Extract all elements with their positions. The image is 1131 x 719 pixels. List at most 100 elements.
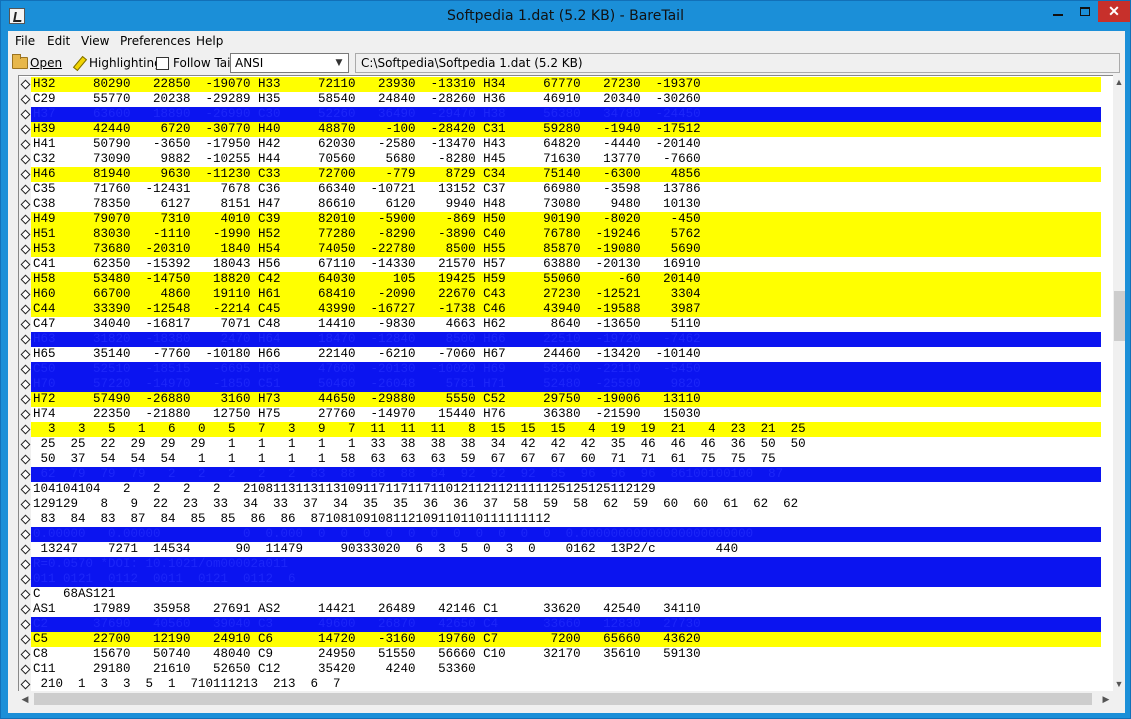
line-marker-icon[interactable] [19,197,31,212]
log-line[interactable]: C8 15670 50740 48040 C9 24950 51550 5666… [19,647,1101,662]
vertical-scroll-thumb[interactable] [1114,291,1125,341]
log-line[interactable]: C47 34040 -16817 7071 C48 14410 -9830 46… [19,317,1101,332]
line-marker-icon[interactable] [19,482,31,497]
log-line[interactable]: 83 84 83 87 84 85 85 86 86 8710810910811… [19,512,1101,527]
line-marker-icon[interactable] [19,137,31,152]
line-marker-icon[interactable] [19,512,31,527]
line-marker-icon[interactable] [19,677,31,691]
log-line[interactable]: 3 3 5 1 6 0 5 7 3 9 7 11 11 11 8 15 15 1… [19,422,1101,437]
highlighting-button[interactable]: Highlighting [71,55,162,71]
scroll-down-icon[interactable]: ▼ [1113,677,1125,691]
log-line[interactable]: H49 79070 7310 4010 C39 82010 -5900 -869… [19,212,1101,227]
log-line[interactable]: C 68AS121 [19,587,1101,602]
minimize-button[interactable] [1044,1,1072,22]
line-marker-icon[interactable] [19,317,31,332]
line-marker-icon[interactable] [19,302,31,317]
line-marker-icon[interactable] [19,212,31,227]
line-marker-icon[interactable] [19,437,31,452]
log-line[interactable]: H53 73680 -20310 1840 H54 74050 -22780 8… [19,242,1101,257]
menu-file[interactable]: File [15,34,35,48]
log-line[interactable]: C29 55770 20238 -29289 H35 58540 24840 -… [19,92,1101,107]
log-line[interactable]: C35 71760 -12431 7678 C36 66340 -10721 1… [19,182,1101,197]
line-marker-icon[interactable] [19,362,31,377]
scroll-left-icon[interactable]: ◀ [18,691,32,707]
line-marker-icon[interactable] [19,647,31,662]
menu-preferences[interactable]: Preferences [120,34,191,48]
line-marker-icon[interactable] [19,347,31,362]
line-marker-icon[interactable] [19,587,31,602]
horizontal-scrollbar[interactable]: ◀ ▶ [18,691,1125,707]
close-button[interactable]: ✕ [1098,1,1130,22]
menu-help[interactable]: Help [196,34,223,48]
line-marker-icon[interactable] [19,272,31,287]
log-line[interactable]: 25 25 22 29 29 29 1 1 1 1 1 33 38 38 38 … [19,437,1101,452]
line-marker-icon[interactable] [19,152,31,167]
line-marker-icon[interactable] [19,377,31,392]
log-line[interactable]: H63 31820 -18380 2470 H64 18470 -12840 8… [19,332,1101,347]
log-line[interactable]: H60 66700 4860 19110 H61 68410 -2090 226… [19,287,1101,302]
log-line[interactable]: C38 78350 6127 8151 H47 86610 6120 9940 … [19,197,1101,212]
log-line[interactable]: AS1 17989 35958 27691 AS2 14421 26489 42… [19,602,1101,617]
scroll-up-icon[interactable]: ▲ [1113,75,1125,89]
log-line[interactable]: H51 83030 -1110 -1990 H52 77280 -8290 -3… [19,227,1101,242]
line-marker-icon[interactable] [19,602,31,617]
line-marker-icon[interactable] [19,452,31,467]
line-marker-icon[interactable] [19,227,31,242]
line-marker-icon[interactable] [19,287,31,302]
log-viewer[interactable]: H32 80290 22850 -19070 H33 72110 23930 -… [18,75,1113,691]
log-line[interactable]: C44 33390 -12548 -2214 C45 43990 -16727 … [19,302,1101,317]
log-line[interactable]: 50 37 54 54 54 1 1 1 1 1 58 63 63 63 59 … [19,452,1101,467]
log-line[interactable]: H70 57220 -14970 -1850 C51 50460 -26048 … [19,377,1101,392]
log-line[interactable]: 011 0121 0112 0011 0121 0112 6 [19,572,1101,587]
horizontal-scroll-thumb[interactable] [34,693,1092,705]
line-marker-icon[interactable] [19,422,31,437]
log-line[interactable]: C11 29180 21610 52650 C12 35420 4240 533… [19,662,1101,677]
log-line[interactable]: 13247 7271 14534 90 11479 90333020 6 3 5… [19,542,1101,557]
line-marker-icon[interactable] [19,92,31,107]
line-marker-icon[interactable] [19,617,31,632]
line-marker-icon[interactable] [19,107,31,122]
line-marker-icon[interactable] [19,122,31,137]
open-button[interactable]: Open [12,54,62,71]
log-line[interactable]: H58 53480 -14750 18820 C42 64030 105 194… [19,272,1101,287]
log-line[interactable]: H46 81940 9630 -11230 C33 72700 -779 872… [19,167,1101,182]
line-marker-icon[interactable] [19,407,31,422]
line-marker-icon[interactable] [19,242,31,257]
log-line[interactable]: H39 42440 6720 -30770 H40 48870 -100 -28… [19,122,1101,137]
log-line[interactable]: R=0.0570 *DOI: 10.1021/om00002a011 [19,557,1101,572]
log-line[interactable]: H32 80290 22850 -19070 H33 72110 23930 -… [19,77,1101,92]
line-marker-icon[interactable] [19,497,31,512]
log-line[interactable]: 104104104 2 2 2 2 2108113113113109117117… [19,482,1101,497]
menu-edit[interactable]: Edit [47,34,70,48]
line-marker-icon[interactable] [19,632,31,647]
log-line[interactable]: C50 52510 -18515 -6695 H68 47600 -20130 … [19,362,1101,377]
maximize-button[interactable] [1072,1,1098,22]
line-marker-icon[interactable] [19,392,31,407]
log-line[interactable]: 210 1 3 3 5 1 710111213 213 6 7 [19,677,1101,691]
log-line[interactable]: 62 79 79 79 2 2 2 2 2 83 88 88 88 84 92 … [19,467,1101,482]
log-line[interactable]: C41 62350 -15392 18043 H56 67110 -14330 … [19,257,1101,272]
log-line[interactable]: H74 22350 -21880 12750 H75 27760 -14970 … [19,407,1101,422]
log-line[interactable]: C2 37690 40560 39040 C3 49600 26870 4265… [19,617,1101,632]
log-line[interactable]: C32 73090 9882 -10255 H44 70560 5680 -82… [19,152,1101,167]
log-line[interactable]: H65 35140 -7760 -10180 H66 22140 -6210 -… [19,347,1101,362]
encoding-select[interactable]: ANSI ▼ [230,53,349,73]
line-marker-icon[interactable] [19,182,31,197]
line-marker-icon[interactable] [19,662,31,677]
line-marker-icon[interactable] [19,527,31,542]
log-line[interactable]: H72 57490 -26880 3160 H73 44650 -29880 5… [19,392,1101,407]
line-marker-icon[interactable] [19,332,31,347]
vertical-scrollbar[interactable]: ▲ ▼ [1113,75,1125,691]
scroll-right-icon[interactable]: ▶ [1099,691,1113,707]
title-bar[interactable]: Softpedia 1.dat (5.2 KB) - BareTail ✕ [1,1,1130,31]
line-marker-icon[interactable] [19,257,31,272]
line-marker-icon[interactable] [19,572,31,587]
log-line[interactable]: C5 22700 12190 24910 C6 14720 -3160 1976… [19,632,1101,647]
log-line[interactable]: 0.00000 0.00000 0 0.000 0 0 0 0 0 0 0 0 … [19,527,1101,542]
line-marker-icon[interactable] [19,167,31,182]
log-line[interactable]: 129129 8 9 22 23 33 34 33 37 34 35 35 36… [19,497,1101,512]
follow-tail-checkbox[interactable]: Follow Tail [156,55,234,71]
line-marker-icon[interactable] [19,542,31,557]
log-line[interactable]: H41 50790 -3650 -17950 H42 62030 -2580 -… [19,137,1101,152]
menu-view[interactable]: View [81,34,109,48]
